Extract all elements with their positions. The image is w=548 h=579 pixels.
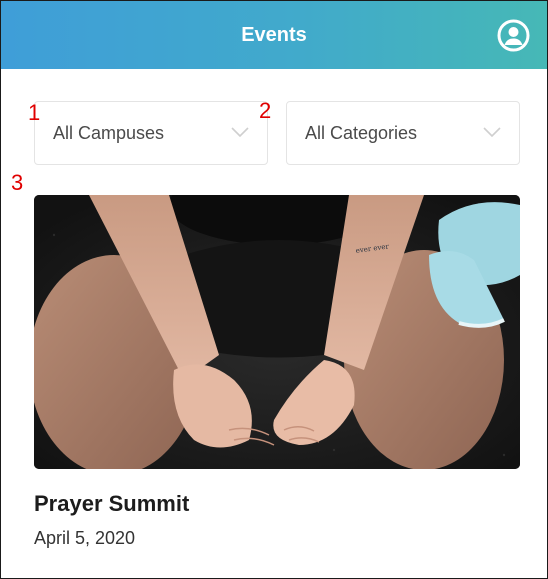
annotation-marker-3: 3 — [11, 170, 24, 195]
event-date: April 5, 2020 — [34, 528, 136, 548]
page-title: Events — [241, 24, 307, 46]
category-filter-value: All Categories — [305, 123, 418, 143]
annotation-marker-1: 1 — [28, 100, 41, 125]
profile-button[interactable] — [497, 19, 530, 52]
campus-filter-dropdown[interactable]: All Campuses — [34, 101, 268, 165]
category-filter-dropdown[interactable]: All Categories — [286, 101, 520, 165]
app-frame: Events All Campuses All Categories 1 2 3 — [0, 0, 548, 579]
chevron-down-icon — [483, 127, 501, 138]
event-card[interactable]: ever ever Prayer Summit April 5, 2020 — [34, 195, 520, 565]
event-image[interactable]: ever ever — [34, 195, 520, 469]
user-circle-icon — [497, 19, 530, 52]
annotation-marker-2: 2 — [259, 98, 272, 123]
praying-hands-photo: ever ever — [34, 195, 520, 469]
chevron-down-icon — [231, 127, 249, 138]
event-title[interactable]: Prayer Summit — [34, 491, 189, 517]
app-header: Events — [1, 1, 547, 69]
campus-filter-value: All Campuses — [53, 123, 165, 143]
